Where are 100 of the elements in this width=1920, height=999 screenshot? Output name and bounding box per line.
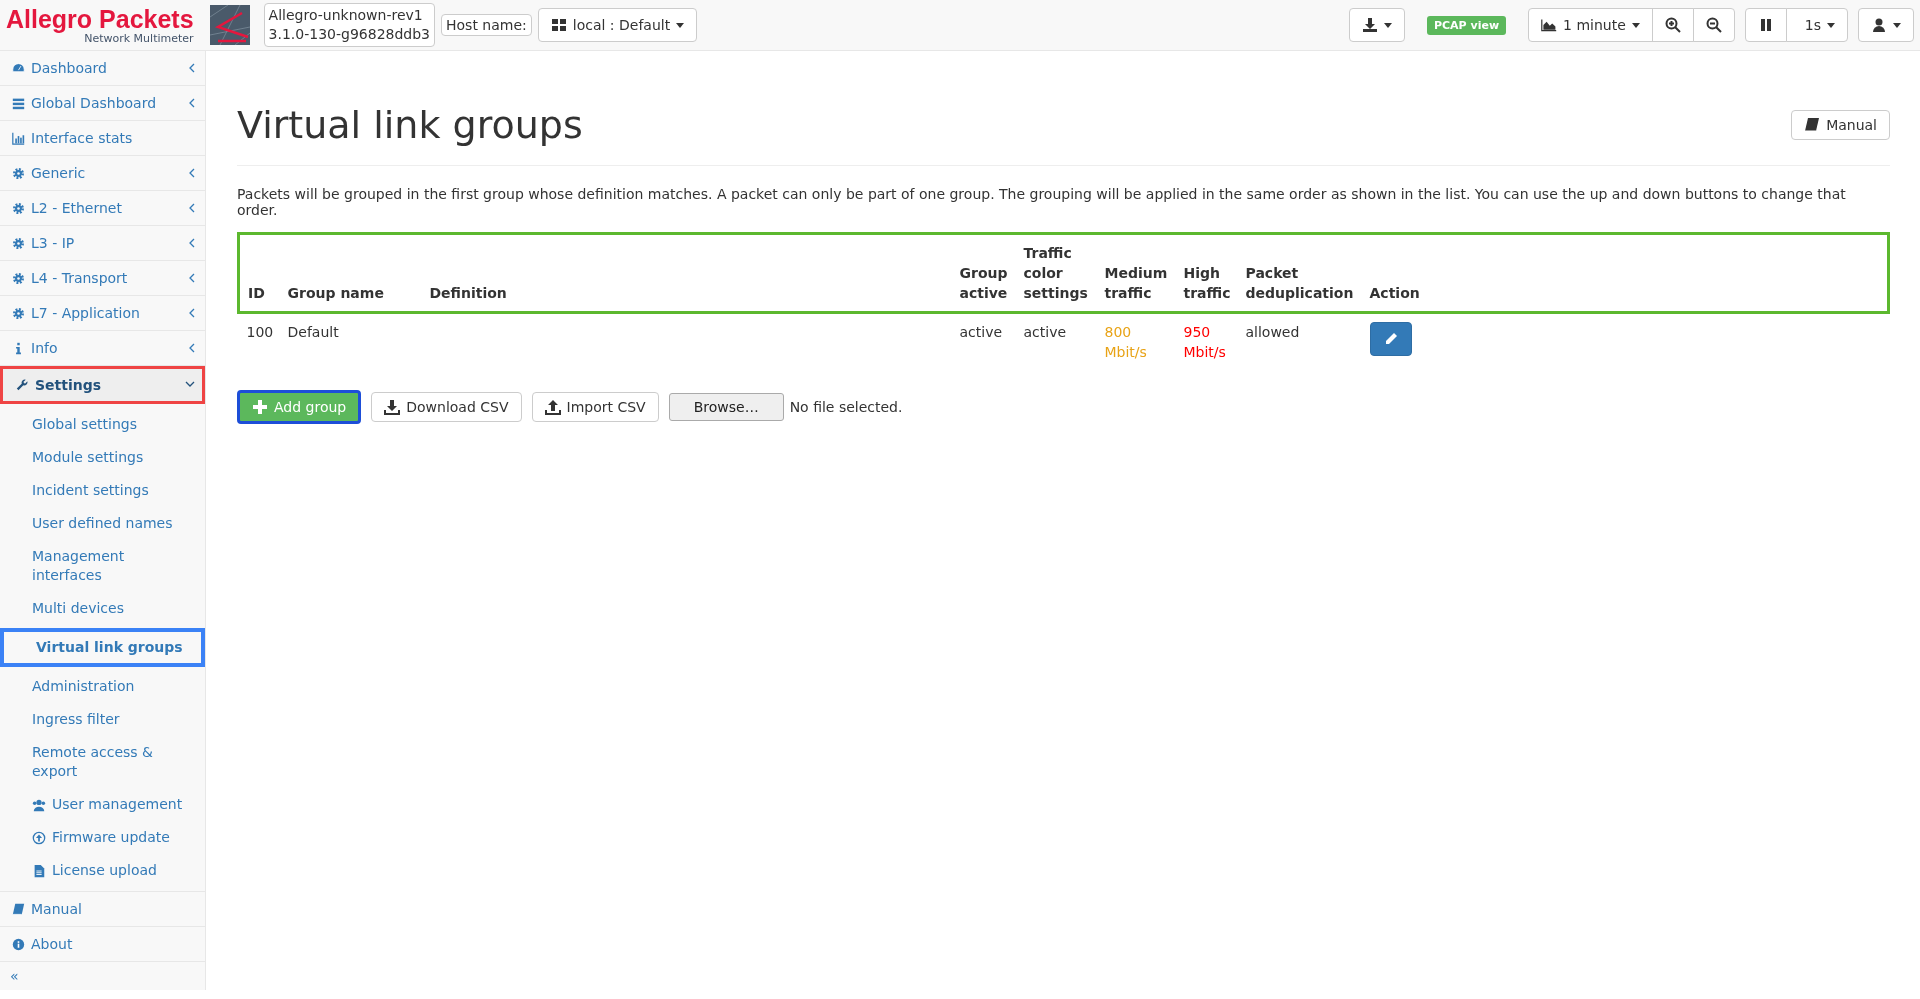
sidebar-item[interactable]: About: [0, 927, 205, 962]
zoom-out-button[interactable]: [1692, 8, 1735, 42]
pcap-view-badge: PCAP view: [1426, 15, 1507, 35]
table-cell: allowed: [1237, 312, 1362, 370]
brand-tagline: Network Multimeter: [84, 31, 194, 45]
sidebar-subitem[interactable]: Global settings: [0, 408, 205, 441]
column-header: ID: [238, 233, 280, 313]
wrench-icon: [16, 378, 29, 391]
chevron-left-icon: [188, 98, 195, 108]
zoom-in-icon: [1664, 17, 1681, 33]
bar-chart-icon: [12, 131, 25, 145]
chevron-left-icon: [188, 273, 195, 283]
info-icon: [12, 937, 25, 951]
host-name-label: Host name:: [441, 14, 532, 36]
area-chart-icon: [1541, 17, 1558, 33]
import-csv-button[interactable]: Import CSV: [531, 392, 659, 422]
edit-button[interactable]: [1369, 322, 1412, 356]
column-header: Medium traffic: [1096, 233, 1176, 313]
sidebar-subitem[interactable]: Module settings: [0, 441, 205, 474]
column-header: Packet deduplication: [1237, 233, 1362, 313]
browse-button[interactable]: Browse…: [668, 393, 784, 421]
collapse-sidebar-button[interactable]: «: [0, 962, 205, 990]
settings-icon: [12, 166, 25, 180]
sidebar-item[interactable]: L7 - Application: [0, 296, 205, 331]
settings-icon: [12, 201, 25, 215]
chevron-left-icon: [188, 238, 195, 248]
upload-icon: [544, 399, 561, 415]
caret-icon: [1631, 22, 1640, 28]
settings-icon: [12, 271, 25, 285]
chevron-left-icon: [188, 308, 195, 318]
zoom-in-button[interactable]: [1651, 8, 1694, 42]
download-icon: [384, 399, 401, 415]
sidebar-subitem[interactable]: Ingress filter: [0, 703, 205, 736]
table-cell: 100: [238, 312, 280, 370]
download-csv-button[interactable]: Download CSV: [371, 392, 522, 422]
chevron-left-icon: [188, 203, 195, 213]
grid-icon: [550, 17, 567, 33]
sidebar-item[interactable]: Interface stats: [0, 121, 205, 156]
server-icon: [12, 96, 25, 110]
brand-name: Allegro Packets: [6, 5, 194, 32]
sidebar-subitem[interactable]: User management: [0, 788, 205, 821]
file-status-text: No file selected.: [789, 399, 903, 415]
column-header: Action: [1361, 233, 1889, 313]
column-header: High traffic: [1175, 233, 1238, 313]
chevron-down-icon: [185, 381, 195, 388]
download-icon: [1361, 17, 1378, 33]
host-select[interactable]: local : Default: [537, 8, 698, 42]
sidebar-item[interactable]: L3 - IP: [0, 226, 205, 261]
user-icon: [1871, 17, 1887, 33]
sidebar-subitem[interactable]: User defined names: [0, 507, 205, 540]
sidebar-item[interactable]: Dashboard: [0, 51, 205, 86]
gauge-icon: [12, 61, 25, 75]
caret-icon: [1383, 22, 1392, 28]
column-header: Definition: [421, 233, 952, 313]
table-cell: Default: [279, 312, 422, 370]
table-cell: active: [951, 312, 1016, 370]
caret-icon: [1827, 22, 1835, 28]
page-title: Virtual link groups: [237, 103, 583, 147]
user-dropdown[interactable]: [1858, 8, 1914, 42]
settings-icon: [12, 306, 25, 320]
chevron-left-icon: [188, 63, 195, 73]
sidebar-item[interactable]: Global Dashboard: [0, 86, 205, 121]
logo-drawing: [209, 5, 250, 45]
chevron-left-icon: [188, 168, 195, 178]
add-group-button[interactable]: Add group: [237, 390, 362, 424]
column-header: Group active: [951, 233, 1016, 313]
version-label: Allegro-unknown-rev1 3.1.0-130-g96828ddb3: [263, 3, 436, 47]
sidebar-subitem[interactable]: License upload: [0, 854, 205, 887]
sidebar-subitem[interactable]: Management interfaces: [0, 540, 205, 592]
description-text: Packets will be grouped in the first group whose definition matches. A packet can only be part of one group. The grouping will be applied in the same order as shown in the list. You can use the up and down buttons to change that order.: [237, 186, 1847, 218]
file-icon: [32, 863, 46, 878]
sidebar-item[interactable]: L4 - Transport: [0, 261, 205, 296]
upload-icon: [32, 830, 46, 845]
caret-icon: [676, 22, 685, 28]
settings-icon: [12, 236, 25, 250]
sidebar-item[interactable]: Manual: [0, 892, 205, 927]
manual-button[interactable]: Manual: [1791, 110, 1890, 140]
sidebar-item[interactable]: Generic: [0, 156, 205, 191]
table-cell: active: [1015, 312, 1097, 370]
sidebar-subitem[interactable]: Multi devices: [0, 592, 205, 625]
table-cell: 950 Mbit/s: [1175, 312, 1238, 370]
pause-button[interactable]: [1744, 8, 1787, 42]
sidebar-subitem[interactable]: Incident settings: [0, 474, 205, 507]
plus-icon: [252, 399, 268, 415]
refresh-interval-dropdown[interactable]: 1s: [1785, 8, 1848, 42]
zoom-out-icon: [1705, 17, 1722, 33]
column-header: Traffic color settings: [1015, 233, 1097, 313]
sidebar-subitem[interactable]: Virtual link groups: [0, 628, 205, 667]
sidebar-subitem[interactable]: Administration: [0, 670, 205, 703]
users-icon: [32, 797, 46, 812]
sidebar-item[interactable]: L2 - Ethernet: [0, 191, 205, 226]
download-dropdown[interactable]: [1348, 8, 1405, 42]
sidebar-item[interactable]: Settings: [0, 366, 205, 404]
time-range-dropdown[interactable]: 1 minute: [1528, 8, 1653, 42]
column-header: Group name: [279, 233, 422, 313]
sidebar-subitem[interactable]: Firmware update: [0, 821, 205, 854]
sidebar-subitem[interactable]: Remote access & export: [0, 736, 205, 788]
table-cell: 800 Mbit/s: [1096, 312, 1176, 370]
caret-icon: [1893, 22, 1901, 28]
chevron-left-icon: [188, 343, 195, 353]
